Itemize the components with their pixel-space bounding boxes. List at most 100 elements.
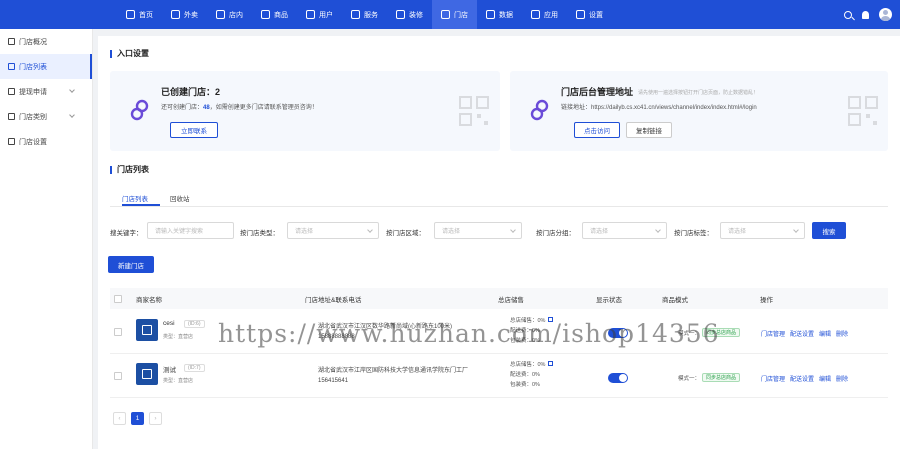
keyword-input[interactable]: 请输入关键字搜索 (147, 222, 234, 239)
app-icon (531, 10, 540, 19)
edit-link[interactable]: 编辑 (819, 329, 831, 338)
group-filter-select[interactable]: 请选择 (582, 222, 667, 239)
nav-goods[interactable]: 商品 (252, 0, 297, 29)
list-icon (8, 63, 15, 70)
row-actions: 门店管理 配送设置 编辑 删除 (761, 329, 848, 338)
sidebar-item-settings[interactable]: 门店设置 (0, 129, 92, 154)
col-stock: 总店储售 (498, 297, 524, 304)
nav-instore[interactable]: 店内 (207, 0, 252, 29)
nav-home[interactable]: 首页 (117, 0, 162, 29)
nav-settings[interactable]: 设置 (567, 0, 612, 29)
add-store-button[interactable]: 新建门店 (108, 256, 154, 273)
decorate-icon (396, 10, 405, 19)
admin-address-title: 门店后台管理地址 (561, 87, 634, 97)
chart-icon (8, 38, 15, 45)
mode-label: 模式一： (678, 376, 701, 382)
miniprogram-logo-icon (530, 99, 549, 121)
nav-shop[interactable]: 门店 (432, 0, 477, 29)
sidebar-item-withdraw[interactable]: 提现申请 (0, 79, 92, 104)
contact-now-button[interactable]: 立即联系 (170, 122, 218, 138)
data-icon (486, 10, 495, 19)
copy-link-button[interactable]: 复制链接 (626, 122, 672, 138)
next-page-button[interactable]: › (149, 412, 162, 425)
page-1-button[interactable]: 1 (131, 412, 144, 425)
group-filter-label: 按门店分组： (536, 230, 575, 237)
prev-page-button[interactable]: ‹ (113, 412, 126, 425)
service-icon (351, 10, 360, 19)
shop-type: 类型：直营店 (163, 378, 194, 384)
display-status-toggle[interactable] (608, 328, 628, 338)
shop-name: 测试 (163, 367, 176, 374)
sidebar: 门店概况 门店列表 提现申请 门店类别 门店设置 (0, 29, 93, 449)
edit-icon[interactable] (548, 361, 554, 366)
search-icon[interactable] (844, 10, 852, 19)
main-nav: 首页 外卖 店内 商品 用户 服务 装修 门店 数据 应用 设置 (117, 0, 612, 29)
shop-id: (ID:6) (184, 320, 205, 328)
top-navbar: 首页 外卖 店内 商品 用户 服务 装修 门店 数据 应用 设置 (0, 0, 900, 29)
keyword-label: 搜关键字： (110, 230, 143, 237)
nav-decorate[interactable]: 装修 (387, 0, 432, 29)
tag-filter-select[interactable]: 请选择 (720, 222, 805, 239)
miniprogram-logo-icon (130, 99, 149, 121)
sidebar-item-overview[interactable]: 门店概况 (0, 29, 92, 54)
delete-link[interactable]: 删除 (836, 329, 848, 338)
edit-link[interactable]: 编辑 (819, 374, 831, 383)
nav-data[interactable]: 数据 (477, 0, 522, 29)
shop-logo-icon (136, 319, 158, 341)
qrcode-icon (459, 96, 489, 126)
tab-store-list[interactable]: 门店列表 (122, 193, 148, 203)
search-button[interactable]: 搜索 (812, 222, 846, 239)
user-icon (306, 10, 315, 19)
mode-tag: 同步总店商品 (702, 373, 741, 382)
bell-icon[interactable] (862, 10, 869, 19)
manage-store-link[interactable]: 门店管理 (761, 329, 785, 338)
col-merchant: 商家名称 (136, 297, 162, 304)
shop-address: 湖北省武汉市江岸区国防科技大学信息通讯学院东门工厂 156415641 (318, 368, 469, 384)
delivery-settings-link[interactable]: 配送设置 (790, 374, 814, 383)
tab-recycle-bin[interactable]: 回收站 (170, 193, 190, 203)
col-mode: 商品模式 (662, 297, 688, 304)
shop-icon (441, 10, 450, 19)
active-tab-indicator (122, 204, 160, 206)
chevron-down-icon (69, 87, 75, 93)
tag-filter-label: 按门店标签： (674, 230, 713, 237)
select-all-checkbox[interactable] (114, 295, 122, 303)
avatar[interactable] (879, 8, 892, 21)
main-panel: 入口设置 已创建门店：2 还可创建门店：48，如需创建更多门店请联系管理员咨询！… (98, 36, 900, 449)
fork-icon (171, 10, 180, 19)
list-tabs: 门店列表 回收站 (110, 190, 888, 207)
chevron-down-icon (69, 112, 75, 118)
goods-icon (261, 10, 270, 19)
table-row: 测试 (ID:7) 类型：直营店 湖北省武汉市江岸区国防科技大学信息通讯学院东门… (110, 356, 888, 398)
stock-info: 总店储售：0% 配送费：0% 包装费：0% (510, 316, 554, 346)
store-icon (216, 10, 225, 19)
nav-apps[interactable]: 应用 (522, 0, 567, 29)
edit-icon[interactable] (548, 317, 554, 322)
admin-address-card: 门店后台管理地址 请先使用一遍选择按钮打开门店页面，防止数据错乱！ 链接地址：h… (510, 71, 888, 151)
visit-button[interactable]: 点击访问 (574, 122, 620, 138)
type-filter-label: 按门店类型： (240, 230, 279, 237)
list-section-title: 门店列表 (110, 164, 149, 175)
created-count-title: 已创建门店：2 (161, 87, 221, 97)
area-filter-label: 按门店区域： (386, 230, 425, 237)
delivery-settings-link[interactable]: 配送设置 (790, 329, 814, 338)
nav-takeout[interactable]: 外卖 (162, 0, 207, 29)
sidebar-item-category[interactable]: 门店类别 (0, 104, 92, 129)
display-status-toggle[interactable] (608, 373, 628, 383)
sidebar-item-store-list[interactable]: 门店列表 (0, 54, 92, 79)
entry-section-title: 入口设置 (110, 48, 149, 59)
admin-address-link: 链接地址：https://dailyb.cs.xc41.cn/views/cha… (561, 105, 757, 111)
row-checkbox[interactable] (114, 372, 122, 380)
nav-users[interactable]: 用户 (297, 0, 342, 29)
row-checkbox[interactable] (114, 328, 122, 336)
type-filter-select[interactable]: 请选择 (287, 222, 379, 239)
area-filter-select[interactable]: 请选择 (434, 222, 522, 239)
row-actions: 门店管理 配送设置 编辑 删除 (761, 374, 848, 383)
shop-address: 湖北省武汉市江汉区数华路新尚域(心新路东100米) 15888888888 (318, 324, 453, 340)
nav-service[interactable]: 服务 (342, 0, 387, 29)
withdraw-icon (8, 88, 15, 95)
home-icon (126, 10, 135, 19)
manage-store-link[interactable]: 门店管理 (761, 374, 785, 383)
delete-link[interactable]: 删除 (836, 374, 848, 383)
settings-icon (576, 10, 585, 19)
